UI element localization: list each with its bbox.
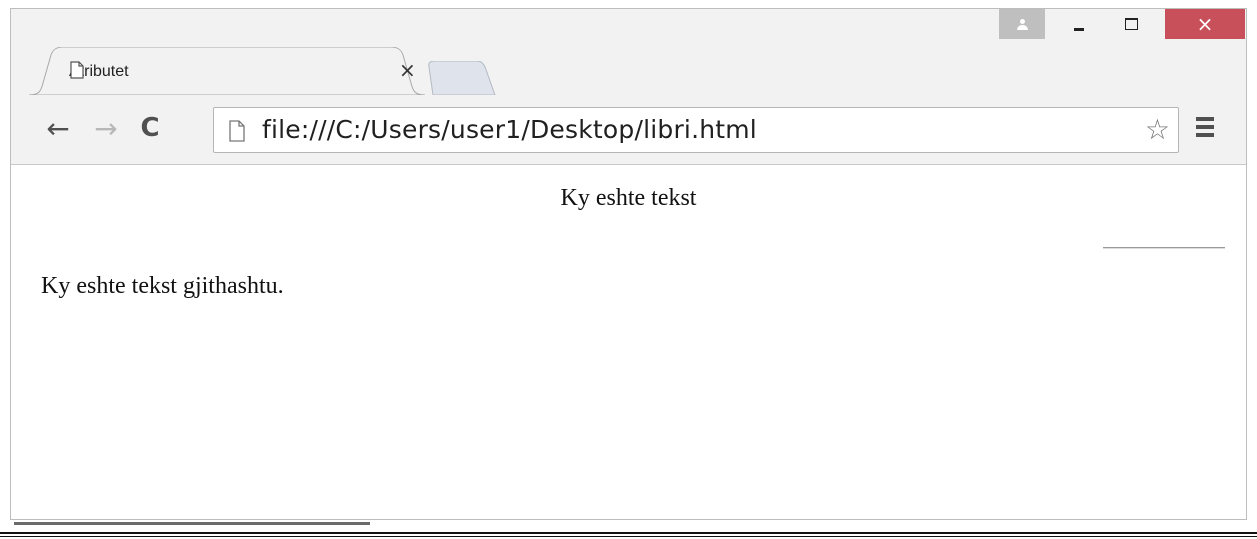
minimize-icon	[1074, 27, 1084, 31]
user-icon	[1015, 17, 1029, 31]
close-window-button[interactable]: ×	[1165, 9, 1245, 39]
maximize-icon	[1124, 18, 1138, 30]
menu-button[interactable]	[1193, 117, 1217, 141]
page-icon	[70, 61, 84, 79]
maximize-button[interactable]	[1109, 9, 1153, 39]
tab-atributet[interactable]: Atributet ×	[29, 47, 425, 95]
bottom-rule	[0, 532, 1257, 537]
minimize-button[interactable]	[1057, 9, 1101, 39]
address-bar[interactable]: file:///C:/Users/user1/Desktop/libri.htm…	[213, 107, 1179, 153]
tab-content: Atributet	[69, 61, 399, 83]
tab-close-icon[interactable]: ×	[399, 59, 416, 81]
forward-button[interactable]: →	[91, 111, 121, 145]
toolbar: ← → C file:///C:/Users/user1/Desktop/lib…	[11, 95, 1246, 165]
horizontal-rule	[1103, 247, 1225, 249]
bookmark-star-icon[interactable]: ☆	[1145, 115, 1170, 145]
close-icon: ×	[1196, 12, 1214, 36]
reload-button[interactable]: C	[135, 111, 165, 145]
tab-strip: × Atributet ×	[11, 9, 1246, 95]
centered-text: Ky eshte tekst	[560, 185, 697, 211]
paragraph-text: Ky eshte tekst gjithashtu.	[41, 273, 284, 299]
url-text[interactable]: file:///C:/Users/user1/Desktop/libri.htm…	[262, 114, 757, 146]
page-icon	[229, 120, 245, 142]
window-shadow	[14, 522, 370, 525]
back-button[interactable]: ←	[43, 111, 73, 145]
page-content: Ky eshte tekst Ky eshte tekst gjithashtu…	[11, 165, 1246, 519]
new-tab-button[interactable]	[427, 61, 497, 95]
browser-window: × Atributet × ← → C file:///C:/Users/use…	[10, 8, 1247, 520]
profile-button[interactable]	[999, 9, 1045, 39]
